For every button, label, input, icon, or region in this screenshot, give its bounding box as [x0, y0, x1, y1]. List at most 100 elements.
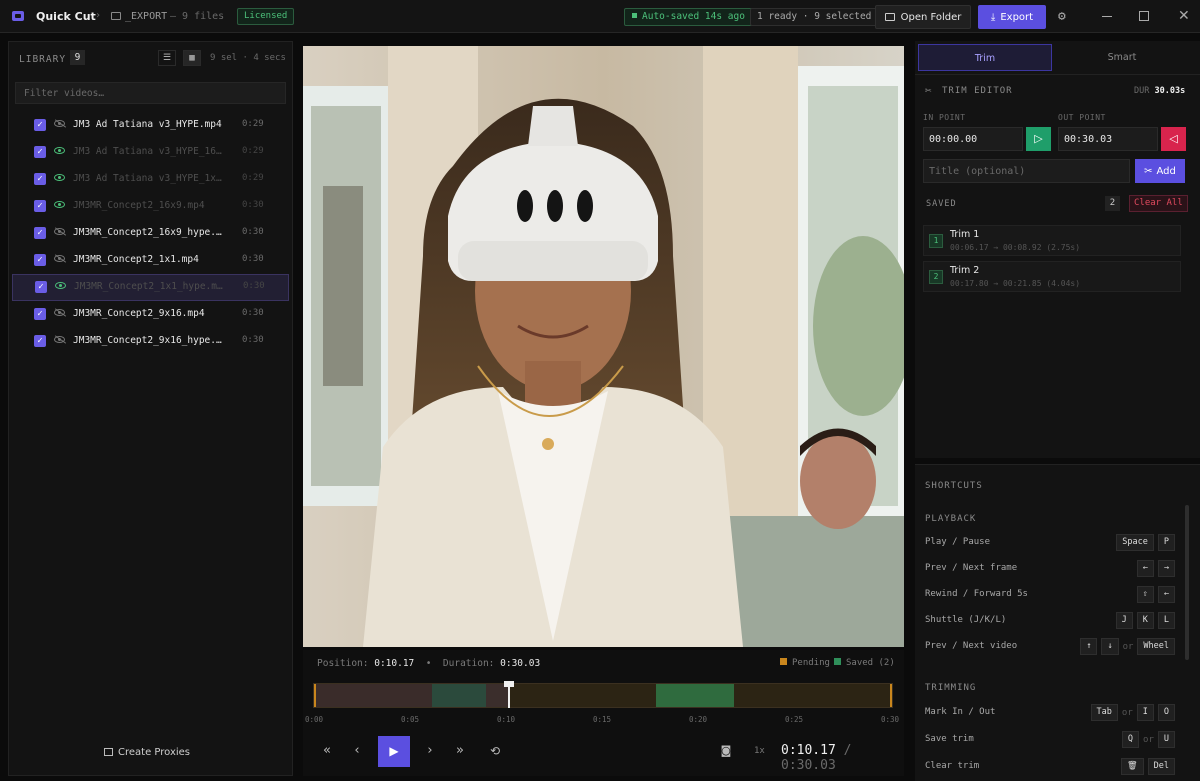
settings-gear-icon[interactable]: ⚙: [1058, 10, 1072, 24]
video-filename: JM3 Ad Tatiana v3_HYPE_16x9.mp4: [73, 146, 225, 157]
shortcut-keys: ← →: [1136, 560, 1175, 577]
video-filename: JM3MR_Concept2_1x1.mp4: [73, 254, 199, 265]
eye-off-icon[interactable]: [54, 120, 65, 127]
tab-smart[interactable]: Smart: [1055, 44, 1189, 71]
grid-view-icon[interactable]: ▦: [183, 50, 201, 66]
export-button[interactable]: ⤓ Export: [978, 5, 1046, 29]
time-separator: /: [843, 743, 852, 758]
saved-trim-item[interactable]: 1 Trim 1 00:06.17 → 00:08.92 (2.75s): [923, 225, 1181, 256]
select-checkbox[interactable]: ✓: [34, 200, 46, 212]
list-view-icon[interactable]: ☰: [158, 50, 176, 66]
out-marker[interactable]: [890, 684, 892, 707]
add-trim-label: Add: [1156, 165, 1176, 177]
select-checkbox[interactable]: ✓: [34, 173, 46, 185]
trim-title-input[interactable]: [923, 159, 1130, 183]
shortcuts-scrollbar[interactable]: [1185, 505, 1189, 660]
timecode: 0:10.17 / 0:30.03: [781, 743, 904, 773]
shortcut-keys: Space P: [1116, 534, 1175, 551]
set-out-point-button[interactable]: ◁: [1161, 127, 1186, 151]
video-duration: 0:29: [242, 119, 264, 129]
shortcut-row: Prev / Next frame ← →: [925, 560, 1175, 578]
skip-forward-icon[interactable]: »: [451, 742, 469, 760]
playback-speed[interactable]: 1x: [754, 746, 765, 756]
window-minimize-icon[interactable]: [1102, 16, 1112, 17]
window-maximize-icon[interactable]: [1139, 11, 1149, 21]
timeline[interactable]: 0:00 0:05 0:10 0:15 0:20 0:25 0:30: [303, 676, 904, 726]
trim-range: 00:17.80 → 00:21.85 (4.04s): [950, 279, 1081, 288]
video-list-item[interactable]: ✓ JM3MR_Concept2_1x1_hype.mp4 0:30: [12, 274, 289, 301]
key-cap: L: [1157, 612, 1175, 629]
video-list-item[interactable]: ✓ JM3MR_Concept2_9x16_hype.mp4 0:30: [9, 328, 292, 355]
eye-off-icon[interactable]: [54, 309, 65, 316]
eye-off-icon[interactable]: [54, 336, 65, 343]
video-list-item[interactable]: ✓ JM3MR_Concept2_16x9.mp4 0:30: [9, 193, 292, 220]
titlebar: Quick Cut › _EXPORT — 9 files Licensed A…: [0, 0, 1200, 33]
breadcrumb-folder[interactable]: _EXPORT: [125, 11, 167, 22]
select-checkbox[interactable]: ✓: [34, 308, 46, 320]
dur-value: 30.03s: [1154, 86, 1186, 96]
clear-all-button[interactable]: Clear All: [1129, 195, 1188, 212]
eye-off-icon[interactable]: [54, 228, 65, 235]
timeline-track[interactable]: [313, 683, 893, 708]
out-point-input[interactable]: [1058, 127, 1158, 151]
video-list-item[interactable]: ✓ JM3MR_Concept2_16x9_hype.mp4 0:30: [9, 220, 292, 247]
trim-name: Trim 2: [950, 265, 980, 276]
eye-off-icon[interactable]: [54, 255, 65, 262]
timeline-tick-label: 0:20: [689, 715, 708, 724]
download-icon: ⤓: [990, 11, 996, 23]
select-checkbox[interactable]: ✓: [34, 119, 46, 131]
video-duration: 0:30: [242, 308, 264, 318]
key-cap: U: [1157, 731, 1175, 748]
video-list-item[interactable]: ✓ JM3 Ad Tatiana v3_HYPE_1x1.mp4 0:29: [9, 166, 292, 193]
shortcut-label: Play / Pause: [925, 537, 991, 547]
video-filename: JM3MR_Concept2_9x16_hype.mp4: [73, 335, 225, 346]
video-list-item[interactable]: ✓ JM3 Ad Tatiana v3_HYPE.mp4 0:29: [9, 112, 292, 139]
eye-icon[interactable]: [55, 282, 66, 289]
video-list-item[interactable]: ✓ JM3 Ad Tatiana v3_HYPE_16x9.mp4 0:29: [9, 139, 292, 166]
select-checkbox[interactable]: ✓: [35, 281, 47, 293]
shortcut-row: Clear trim 🗑 Del: [925, 758, 1175, 776]
next-frame-icon[interactable]: ›: [421, 742, 439, 760]
video-list-item[interactable]: ✓ JM3MR_Concept2_9x16.mp4 0:30: [9, 301, 292, 328]
legend-pending-label: Pending: [792, 658, 830, 668]
saved-trim-item[interactable]: 2 Trim 2 00:17.80 → 00:21.85 (4.04s): [923, 261, 1181, 292]
eye-icon[interactable]: [54, 201, 65, 208]
trim-1-segment[interactable]: [432, 684, 486, 707]
select-checkbox[interactable]: ✓: [34, 254, 46, 266]
set-in-point-button[interactable]: ▷: [1026, 127, 1051, 151]
play-button[interactable]: ▶: [378, 736, 410, 767]
eye-icon[interactable]: [54, 174, 65, 181]
select-checkbox[interactable]: ✓: [34, 335, 46, 347]
select-checkbox[interactable]: ✓: [34, 146, 46, 158]
tab-trim[interactable]: Trim: [918, 44, 1052, 71]
saved-label: SAVED: [926, 199, 957, 209]
camera-snapshot-icon[interactable]: ◙: [717, 742, 735, 760]
prev-frame-icon[interactable]: ‹: [348, 742, 366, 760]
trim-2-segment[interactable]: [656, 684, 734, 707]
timeline-segment-gap: [486, 684, 510, 707]
key-cap: K: [1136, 612, 1154, 629]
skip-back-icon[interactable]: «: [318, 742, 336, 760]
video-preview[interactable]: [303, 46, 904, 647]
filter-videos-input[interactable]: [15, 82, 286, 104]
or-separator: or: [1121, 707, 1133, 718]
current-time: 0:10.17: [781, 743, 836, 758]
create-proxies-button[interactable]: Create Proxies: [104, 747, 190, 758]
key-cap: P: [1157, 534, 1175, 551]
trim-editor-title: TRIM EDITOR: [942, 86, 1013, 96]
shortcut-keys: Qor U: [1121, 731, 1175, 748]
app-logo-icon: [12, 11, 24, 21]
select-checkbox[interactable]: ✓: [34, 227, 46, 239]
loop-icon[interactable]: ⟲: [486, 742, 504, 760]
in-marker[interactable]: [314, 684, 316, 707]
window-close-icon[interactable]: ✕: [1178, 8, 1190, 24]
video-list-item[interactable]: ✓ JM3MR_Concept2_1x1.mp4 0:30: [9, 247, 292, 274]
in-point-input[interactable]: [923, 127, 1023, 151]
open-folder-button[interactable]: Open Folder: [875, 5, 971, 29]
add-trim-button[interactable]: ✂ Add: [1135, 159, 1185, 183]
playhead[interactable]: [504, 681, 514, 708]
ready-status: 1 ready · 9 selected: [750, 8, 879, 26]
video-duration: 0:30: [243, 281, 265, 291]
eye-icon[interactable]: [54, 147, 65, 154]
pending-swatch: [780, 658, 787, 665]
